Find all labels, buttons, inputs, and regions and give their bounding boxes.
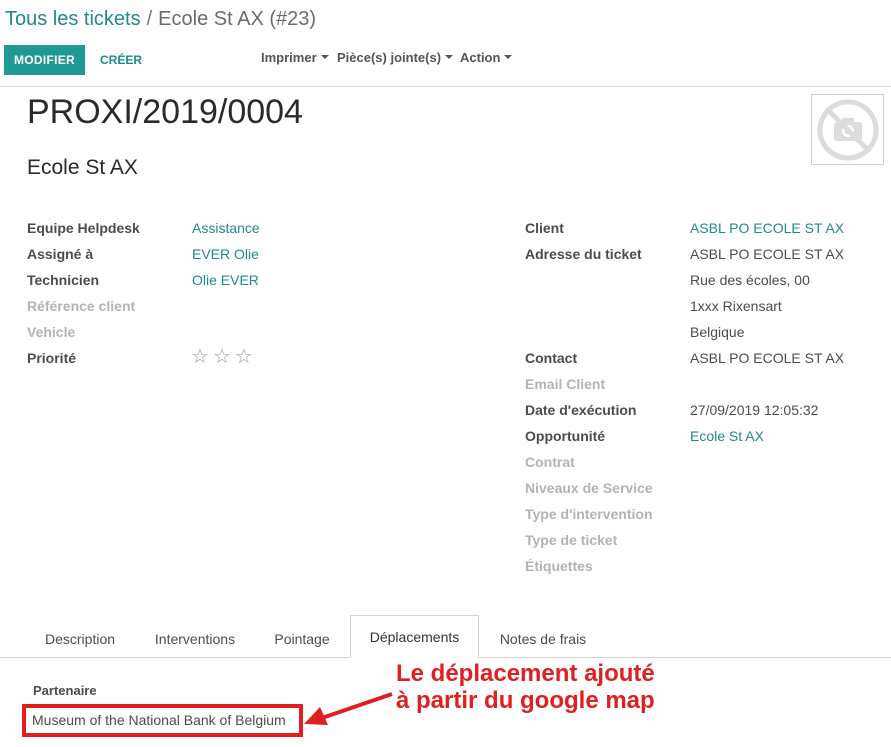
team-value-link[interactable]: Assistance (192, 220, 260, 236)
control-panel-divider (0, 86, 891, 87)
partner-row-value[interactable]: Museum of the National Bank of Belgium (32, 712, 286, 728)
annotation-arrow-icon (304, 692, 393, 725)
address-line-3: 1xxx Rixensart (690, 298, 782, 314)
client-reference-label: Référence client (27, 298, 136, 314)
priority-label: Priorité (27, 350, 77, 366)
attachments-dropdown-label: Pièce(s) jointe(s) (337, 49, 442, 65)
address-line-2: Rue des écoles, 00 (690, 272, 810, 288)
execution-date-label: Date d'exécution (525, 402, 637, 418)
client-email-label: Email Client (525, 376, 606, 392)
contract-label: Contrat (525, 454, 575, 470)
contact-value: ASBL PO ECOLE ST AX (690, 350, 845, 366)
star-icon[interactable]: ☆ (235, 347, 253, 367)
technician-label: Technicien (27, 272, 100, 288)
record-name: Ecole St AX (27, 156, 138, 179)
assigned-label: Assigné à (27, 246, 94, 262)
image-placeholder[interactable] (811, 94, 884, 165)
team-label: Equipe Helpdesk (27, 220, 140, 236)
annotation-line-1: Le déplacement ajouté (396, 660, 655, 687)
service-levels-label: Niveaux de Service (525, 480, 653, 496)
address-line-4: Belgique (690, 324, 745, 340)
client-value-link[interactable]: ASBL PO ECOLE ST AX (690, 220, 844, 236)
print-dropdown[interactable]: Imprimer (261, 48, 329, 66)
assigned-value-link[interactable]: EVER Olie (192, 246, 259, 262)
caret-down-icon (320, 55, 329, 59)
action-dropdown-label: Action (460, 49, 501, 65)
tab-interventions[interactable]: Interventions (140, 621, 250, 657)
caret-down-icon (504, 55, 513, 59)
edit-button[interactable]: MODIFIER (4, 45, 85, 75)
annotation-text: Le déplacement ajouté à partir du google… (396, 660, 655, 714)
breadcrumb-parent-link[interactable]: Tous les tickets (5, 8, 141, 30)
tab-expenses[interactable]: Notes de frais (482, 621, 604, 657)
breadcrumb: Tous les tickets / Ecole St AX (#23) (5, 8, 316, 31)
caret-down-icon (445, 55, 454, 59)
annotation-line-2: à partir du google map (396, 687, 655, 714)
execution-date-value: 27/09/2019 12:05:32 (690, 402, 819, 418)
breadcrumb-separator: / (146, 8, 153, 30)
intervention-type-label: Type d'intervention (525, 506, 653, 522)
breadcrumb-current: Ecole St AX (#23) (158, 8, 317, 30)
no-camera-icon (817, 99, 878, 160)
priority-stars: ☆ ☆ ☆ (191, 347, 253, 367)
client-label: Client (525, 220, 564, 236)
partner-column-header: Partenaire (33, 683, 97, 698)
ticket-address-label: Adresse du ticket (525, 246, 642, 262)
print-dropdown-label: Imprimer (261, 49, 317, 65)
create-button[interactable]: CRÉER (92, 45, 150, 75)
ticket-type-label: Type de ticket (525, 532, 618, 548)
tab-description[interactable]: Description (25, 621, 135, 657)
contact-label: Contact (525, 350, 578, 366)
tags-label: Étiquettes (525, 558, 593, 574)
record-title: PROXI/2019/0004 (27, 93, 303, 131)
attachments-dropdown[interactable]: Pièce(s) jointe(s) (337, 48, 454, 66)
action-dropdown[interactable]: Action (460, 48, 513, 66)
star-icon[interactable]: ☆ (191, 347, 209, 367)
address-line-1: ASBL PO ECOLE ST AX (690, 246, 845, 262)
opportunity-value-link[interactable]: Ecole St AX (690, 428, 764, 444)
opportunity-label: Opportunité (525, 428, 606, 444)
vehicle-label: Vehicle (27, 324, 76, 340)
star-icon[interactable]: ☆ (213, 347, 231, 367)
tab-travel[interactable]: Déplacements (350, 615, 479, 658)
tab-timesheet[interactable]: Pointage (256, 621, 348, 657)
technician-value-link[interactable]: Olie EVER (192, 272, 259, 288)
